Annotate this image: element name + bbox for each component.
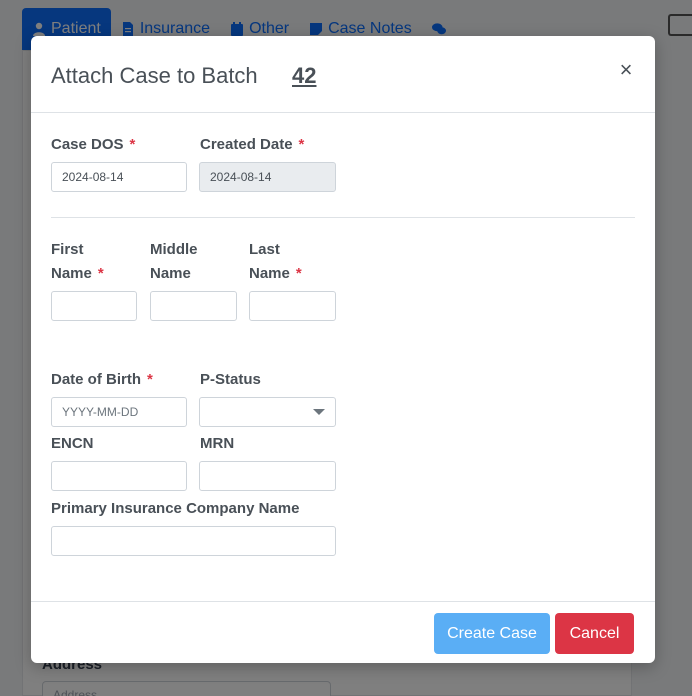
case-dos-input[interactable]: 2024-08-14 <box>51 162 187 192</box>
p-status-select[interactable] <box>199 397 336 427</box>
mrn-label: MRN <box>200 435 235 452</box>
encn-label: ENCN <box>51 435 94 452</box>
first-name-input[interactable] <box>51 291 137 321</box>
primary-insurance-label: Primary Insurance Company Name <box>51 500 300 517</box>
close-icon[interactable]: × <box>616 58 636 82</box>
middle-name-input[interactable] <box>150 291 237 321</box>
required-marker: * <box>295 265 302 282</box>
batch-number-link[interactable]: 42 <box>292 63 316 89</box>
modal-header: Attach Case to Batch 42 × <box>31 36 655 113</box>
primary-insurance-input[interactable] <box>51 526 336 556</box>
chevron-down-icon <box>313 409 325 415</box>
required-marker: * <box>147 371 153 388</box>
last-name-label: Last Name * <box>249 241 302 282</box>
modal-footer: Create Case Cancel <box>31 601 655 663</box>
mrn-input[interactable] <box>199 461 336 491</box>
required-marker: * <box>298 136 305 153</box>
encn-input[interactable] <box>51 461 187 491</box>
attach-case-modal: Attach Case to Batch 42 × Case DOS * 2024… <box>31 36 655 663</box>
created-date-input: 2024-08-14 <box>199 162 336 192</box>
required-marker: * <box>129 136 136 153</box>
date-of-birth-input[interactable]: YYYY-MM-DD <box>51 397 187 427</box>
modal-title: Attach Case to Batch <box>51 63 258 88</box>
middle-name-label: Middle Name <box>150 241 198 282</box>
case-dos-label: Case DOS * <box>51 136 136 153</box>
section-divider <box>51 217 635 218</box>
p-status-label: P-Status <box>200 371 261 388</box>
date-of-birth-label: Date of Birth * <box>51 371 153 388</box>
first-name-label: First Name * <box>51 241 104 282</box>
created-date-label: Created Date * <box>200 136 305 153</box>
last-name-input[interactable] <box>249 291 336 321</box>
cancel-button[interactable]: Cancel <box>555 613 634 654</box>
required-marker: * <box>97 265 104 282</box>
create-case-button[interactable]: Create Case <box>434 613 550 654</box>
